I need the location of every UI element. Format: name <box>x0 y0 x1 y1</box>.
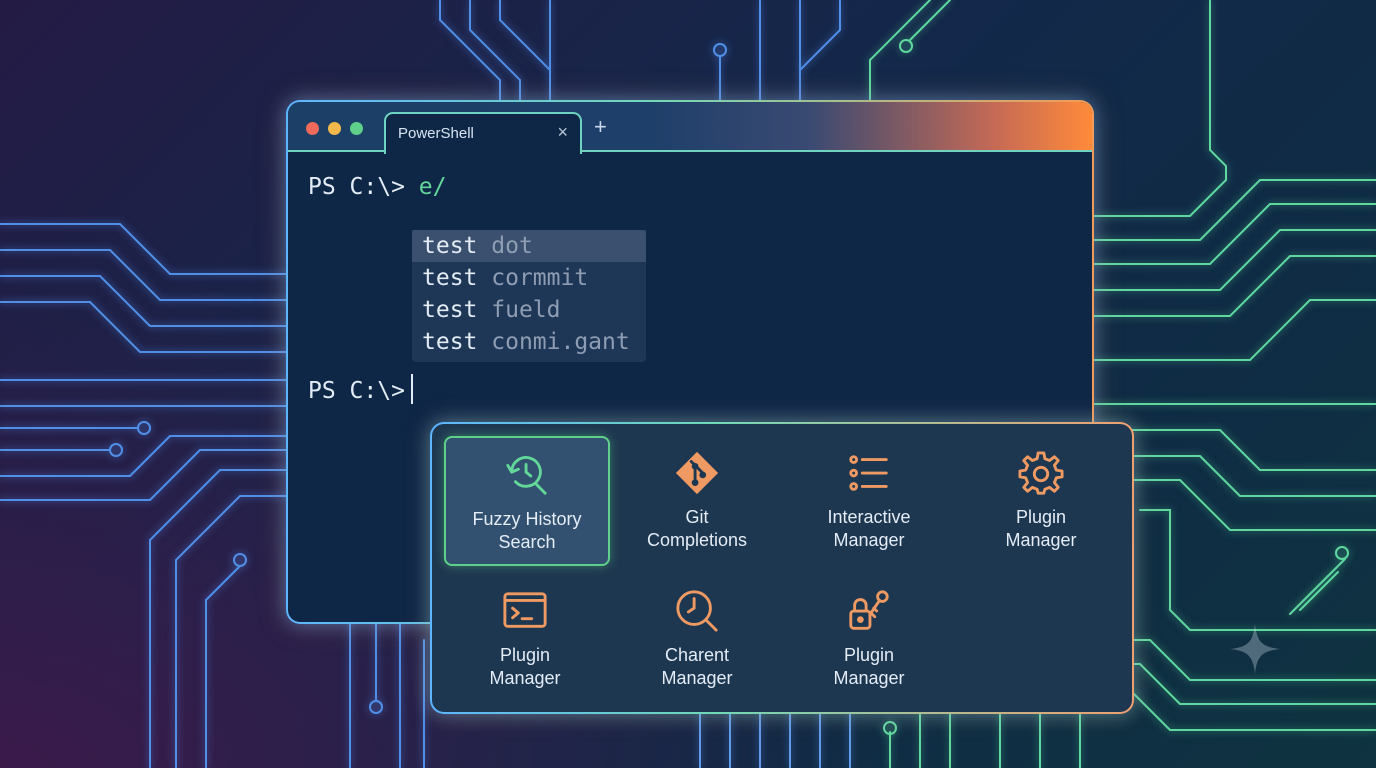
suggestion-arg: conmi.gant <box>491 329 630 355</box>
history-search-icon <box>506 456 547 495</box>
tile-plugin-manager[interactable]: Plugin Manager <box>960 436 1122 562</box>
suggestion-item[interactable]: test conmi.gant <box>412 326 646 358</box>
suggestion-cmd: test <box>422 233 478 259</box>
suggestion-item[interactable]: test fueld <box>412 294 646 326</box>
tile-git-completions[interactable]: Git Completions <box>616 436 778 562</box>
minimize-window-button[interactable] <box>328 122 341 135</box>
tile-label: Git Completions <box>646 507 748 550</box>
tile-label: Interactive Manager <box>827 507 911 550</box>
feature-panel: Fuzzy History Search Git Completions Inter… <box>430 422 1134 714</box>
gear-icon <box>1018 451 1064 495</box>
suggestion-cmd: test <box>422 265 478 291</box>
title-bar: PowerShell × + <box>288 102 1092 154</box>
command-line-1: PS C:\> e/ <box>308 174 447 200</box>
list-icon <box>849 455 888 491</box>
typed-command: e/ <box>418 174 447 200</box>
suggestion-arg: dot <box>491 233 533 259</box>
lock-key-icon <box>849 590 889 630</box>
tile-plugin-manager-terminal[interactable]: Plugin Manager <box>444 574 606 700</box>
tile-label: Plugin Manager <box>833 645 905 688</box>
tile-fuzzy-history-search[interactable]: Fuzzy History Search <box>444 436 610 566</box>
tile-plugin-manager-lock[interactable]: Plugin Manager <box>788 574 950 700</box>
tile-label: Plugin Manager <box>1005 507 1077 550</box>
prompt: PS C:\> <box>308 378 405 404</box>
suggestion-arg: cormmit <box>491 265 589 291</box>
new-tab-button[interactable]: + <box>594 116 607 138</box>
suggestion-item[interactable]: test dot <box>412 230 646 262</box>
git-icon <box>675 451 719 495</box>
tile-charent-manager[interactable]: Charent Manager <box>616 574 778 700</box>
maximize-window-button[interactable] <box>350 122 363 135</box>
suggestion-arg: fueld <box>491 297 561 323</box>
command-line-2[interactable]: PS C:\> <box>308 374 413 404</box>
suggestion-cmd: test <box>422 329 478 355</box>
clock-search-icon <box>676 590 718 632</box>
tab-title: PowerShell <box>398 125 474 142</box>
tab-close-icon[interactable]: × <box>557 122 568 143</box>
tab-powershell[interactable]: PowerShell × <box>384 112 582 154</box>
terminal-icon <box>503 592 547 628</box>
suggestion-item[interactable]: test cormmit <box>412 262 646 294</box>
tile-label: Fuzzy History Search <box>472 509 582 552</box>
tile-label: Plugin Manager <box>489 645 561 688</box>
suggestion-list: test dot test cormmit test fueld test co… <box>412 230 646 362</box>
sparkle-icon <box>1230 624 1280 674</box>
suggestion-cmd: test <box>422 297 478 323</box>
text-cursor <box>410 374 413 404</box>
close-window-button[interactable] <box>306 122 319 135</box>
tile-interactive-manager[interactable]: Interactive Manager <box>788 436 950 562</box>
prompt: PS C:\> <box>308 174 405 200</box>
tile-label: Charent Manager <box>661 645 733 688</box>
